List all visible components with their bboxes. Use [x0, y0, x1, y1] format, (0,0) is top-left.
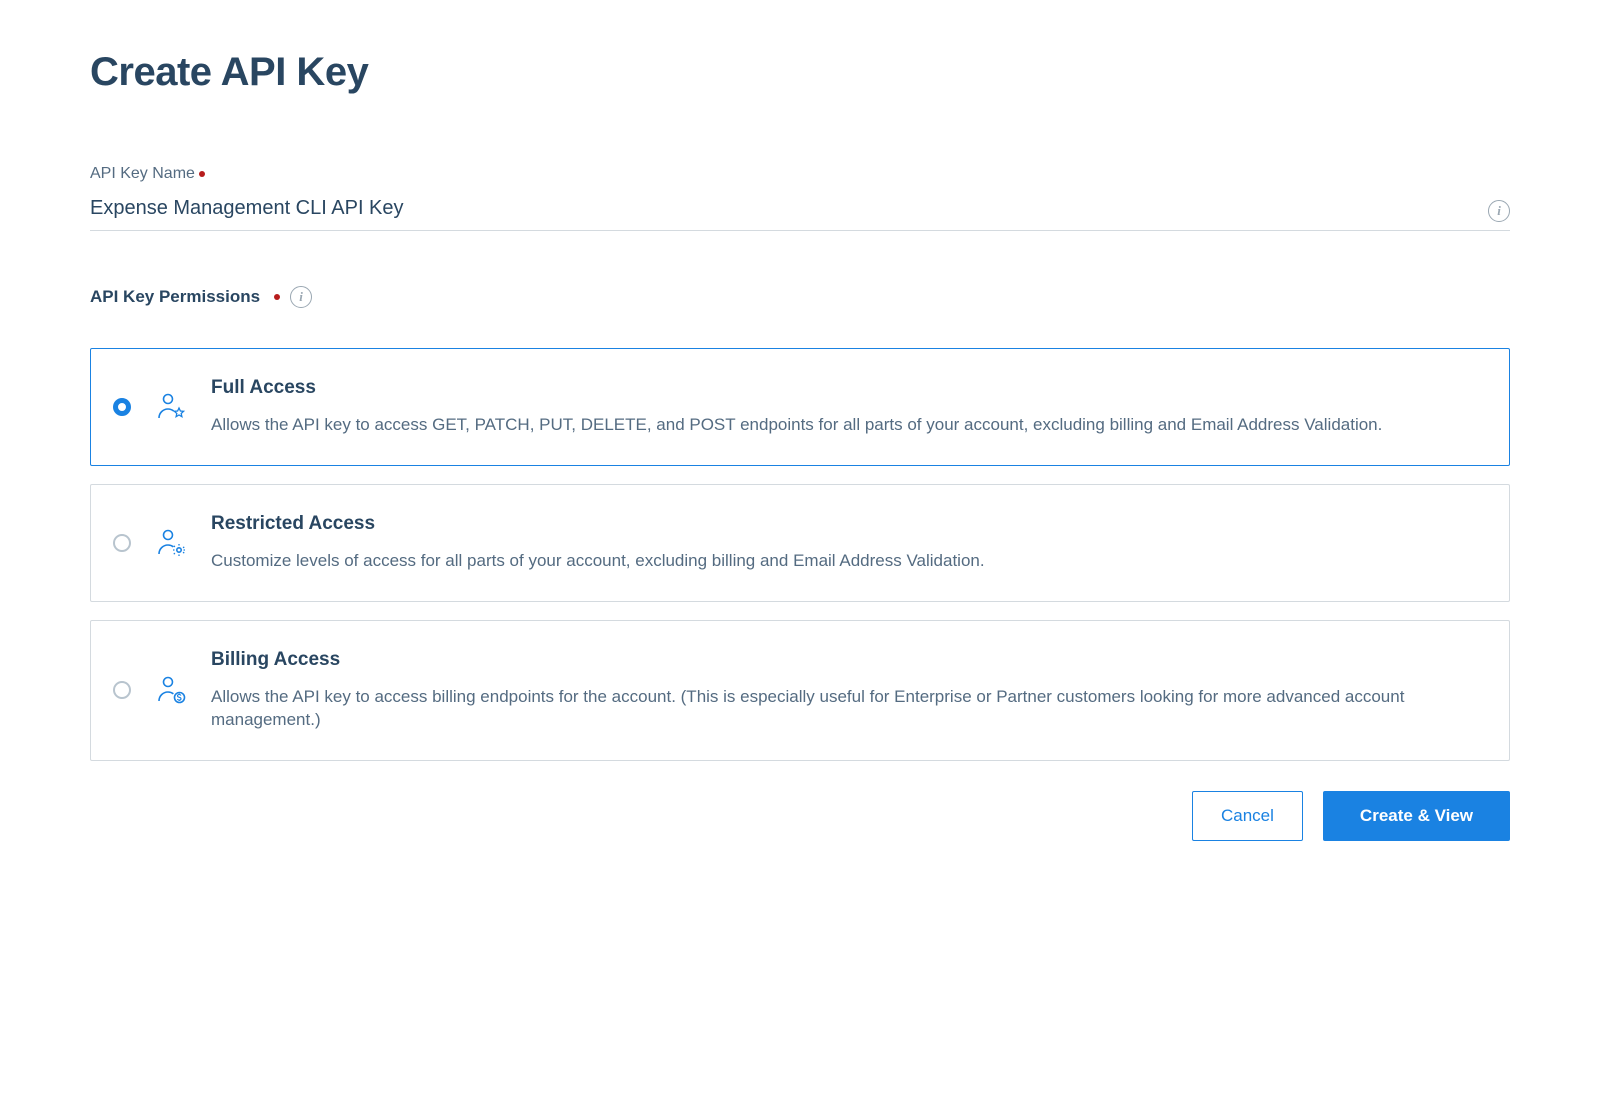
page-title: Create API Key: [90, 50, 1510, 95]
create-view-button[interactable]: Create & View: [1323, 791, 1510, 841]
option-body: Restricted Access Customize levels of ac…: [211, 513, 1481, 573]
radio-billing-access[interactable]: [113, 681, 131, 699]
api-key-name-input[interactable]: [90, 191, 1488, 230]
radio-restricted-access[interactable]: [113, 534, 131, 552]
api-key-name-label: API Key Name: [90, 165, 1510, 183]
radio-full-access[interactable]: [113, 398, 131, 416]
permission-option-billing-access[interactable]: Billing Access Allows the API key to acc…: [90, 620, 1510, 762]
cancel-button[interactable]: Cancel: [1192, 791, 1303, 841]
user-gear-icon: [155, 527, 187, 559]
info-icon[interactable]: i: [290, 286, 312, 308]
option-description: Allows the API key to access billing end…: [211, 685, 1481, 733]
option-body: Billing Access Allows the API key to acc…: [211, 649, 1481, 733]
api-key-name-row: i: [90, 191, 1510, 231]
option-title: Full Access: [211, 377, 1481, 399]
option-title: Billing Access: [211, 649, 1481, 671]
user-dollar-icon: [155, 674, 187, 706]
permission-option-full-access[interactable]: Full Access Allows the API key to access…: [90, 348, 1510, 466]
button-row: Cancel Create & View: [90, 791, 1510, 841]
permission-option-restricted-access[interactable]: Restricted Access Customize levels of ac…: [90, 484, 1510, 602]
option-description: Allows the API key to access GET, PATCH,…: [211, 413, 1481, 437]
option-body: Full Access Allows the API key to access…: [211, 377, 1481, 437]
option-description: Customize levels of access for all parts…: [211, 549, 1481, 573]
required-indicator: [199, 171, 205, 177]
permissions-label: API Key Permissions i: [90, 286, 1510, 308]
info-icon[interactable]: i: [1488, 200, 1510, 222]
required-indicator: [274, 294, 280, 300]
user-star-icon: [155, 391, 187, 423]
option-title: Restricted Access: [211, 513, 1481, 535]
